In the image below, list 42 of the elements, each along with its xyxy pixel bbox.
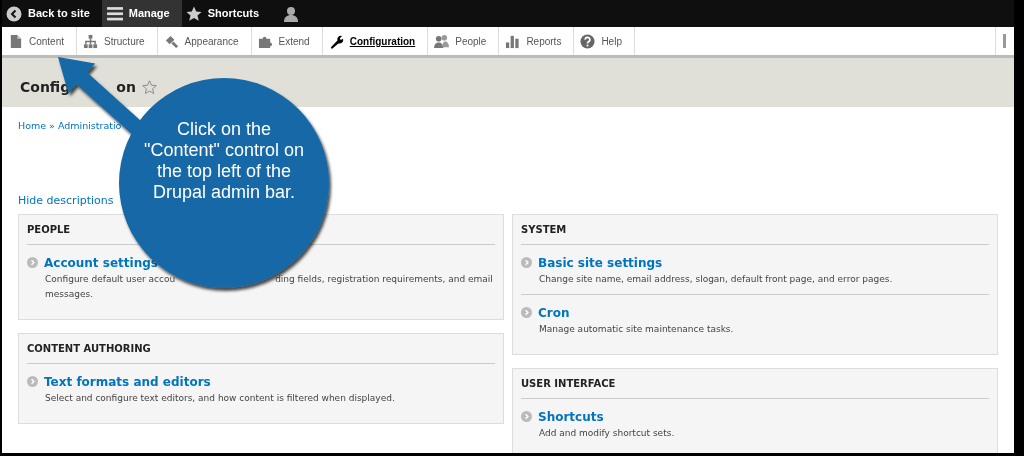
user-icon xyxy=(283,5,300,22)
toolbar-tab[interactable]: Shortcuts xyxy=(181,0,272,27)
chevron-icon xyxy=(521,257,532,269)
orientation-toggle-icon[interactable] xyxy=(1002,33,1008,49)
star-icon[interactable] xyxy=(141,80,157,95)
item-description: Change site name, email address, slogan, default front page, and error pages. xyxy=(539,272,893,286)
item-description: messages. xyxy=(45,287,93,301)
toolbar-tab[interactable]: Manage xyxy=(101,0,182,27)
chevron-icon xyxy=(521,307,532,319)
chevron-icon xyxy=(27,257,38,269)
item-description: Add and modify shortcut sets. xyxy=(539,426,675,440)
document-icon xyxy=(8,33,23,49)
panel-title: SYSTEM xyxy=(521,221,989,245)
callout-text-line: "Content" control on xyxy=(144,140,304,161)
toolbar-tab[interactable]: Back to site xyxy=(2,0,102,27)
breadcrumb-link[interactable]: Home » Administratio xyxy=(18,120,122,131)
item-link[interactable]: Cron xyxy=(538,303,570,322)
sitemap-icon xyxy=(83,33,99,49)
item-link[interactable]: Text formats and editors xyxy=(44,372,211,391)
chevron-icon xyxy=(521,411,532,423)
back-icon xyxy=(6,5,22,22)
callout-text-line: Click on the xyxy=(176,119,271,140)
wrench-icon xyxy=(328,33,344,49)
menu-icon xyxy=(105,5,123,22)
item-description: ding fields, registration requirements, and email xyxy=(275,272,493,286)
panel-title: CONTENT AUTHORING xyxy=(27,340,495,364)
item-link[interactable]: Basic site settings xyxy=(538,253,663,272)
brush-icon xyxy=(163,33,179,49)
item-description: Manage automatic site maintenance tasks. xyxy=(539,322,734,336)
help-icon xyxy=(580,33,596,49)
chevron-icon xyxy=(27,376,38,388)
people-icon xyxy=(434,33,450,49)
bar-chart-icon xyxy=(505,33,521,49)
item-description: Select and configure text editors, and how content is filtered when displayed. xyxy=(45,391,395,405)
hide-descriptions-link[interactable]: Hide descriptions xyxy=(18,194,114,208)
callout-text-line: Drupal admin bar. xyxy=(152,182,296,203)
page-title-fragment: on xyxy=(116,78,136,97)
item-link[interactable]: Shortcuts xyxy=(538,407,604,426)
item-description: Configure default user accou xyxy=(45,272,176,286)
callout-text-line: the top left of the xyxy=(156,161,292,182)
panel-title: USER INTERFACE xyxy=(521,375,989,399)
star-icon xyxy=(185,5,202,22)
